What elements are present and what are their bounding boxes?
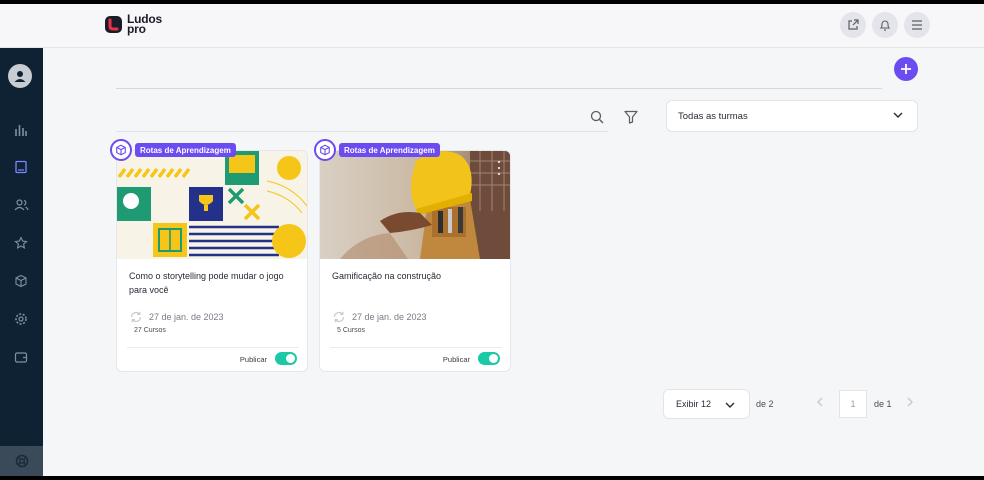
app-window: Ludos pro Todas as turmas Como o storyte…: [0, 4, 984, 476]
construction-photo: [320, 151, 510, 259]
publish-toggle[interactable]: [478, 352, 500, 365]
sidebar-item-content[interactable]: [10, 156, 32, 178]
sidebar-item-wallet[interactable]: [10, 346, 32, 368]
sidebar-item-products[interactable]: [10, 270, 32, 292]
course-card[interactable]: Como o storytelling pode mudar o jogo pa…: [116, 150, 308, 372]
sidebar-item-users[interactable]: [10, 194, 32, 216]
class-select-value: Todas as turmas: [678, 110, 748, 122]
logo-text: Ludos pro: [127, 13, 162, 35]
box-icon: [116, 144, 126, 156]
star-icon: [14, 236, 28, 249]
help-button[interactable]: [0, 446, 43, 476]
box-badge-icon-wrap: [314, 139, 336, 161]
box-icon: [15, 274, 27, 288]
search-icon: [590, 110, 604, 124]
card-divider: [127, 347, 299, 348]
class-select[interactable]: Todas as turmas: [666, 100, 918, 132]
card-title[interactable]: Gamificação na construção: [332, 269, 504, 283]
notifications-button[interactable]: [872, 12, 898, 38]
plus-icon: [901, 64, 911, 74]
badge-label: Rotas de Aprendizagem: [135, 143, 236, 157]
chart-icon: [15, 125, 27, 136]
sync-icon: [333, 311, 345, 323]
storytelling-illustration: [117, 151, 307, 259]
add-button[interactable]: [894, 57, 918, 81]
top-bar: Ludos pro: [0, 4, 984, 48]
logo[interactable]: Ludos pro: [104, 12, 162, 36]
search-button[interactable]: [587, 107, 607, 127]
publish-toggle[interactable]: [275, 352, 297, 365]
card-date: 27 de jan. de 2023: [352, 312, 427, 322]
learning-path-badge: Rotas de Aprendizagem: [314, 139, 440, 161]
filter-icon: [624, 110, 638, 124]
sidebar-item-reports[interactable]: [10, 119, 32, 141]
publish-label: Publicar: [442, 355, 470, 364]
bell-icon: [879, 20, 891, 31]
box-badge-icon-wrap: [110, 139, 132, 161]
publish-label: Publicar: [239, 355, 267, 364]
header-divider: [116, 88, 882, 89]
profile-avatar[interactable]: [8, 64, 32, 88]
menu-icon: [912, 20, 922, 30]
current-page-value: 1: [850, 399, 856, 409]
card-date-row: 27 de jan. de 2023: [129, 310, 224, 324]
card-course-count: 27 Cursos: [134, 327, 166, 334]
course-card[interactable]: Gamificação na construção 27 de jan. de …: [319, 150, 511, 372]
chevron-right-icon: [907, 397, 913, 407]
per-page-select[interactable]: Exibir 12: [663, 389, 750, 419]
card-thumbnail-construction[interactable]: [320, 151, 510, 259]
chevron-down-icon: [893, 112, 903, 118]
users-icon: [14, 199, 29, 211]
current-page-input[interactable]: 1: [839, 390, 867, 418]
total-pages-label: de 2: [756, 399, 774, 409]
sidebar-item-settings[interactable]: [10, 308, 32, 330]
card-date: 27 de jan. de 2023: [149, 312, 224, 322]
wallet-icon: [14, 352, 28, 363]
external-link-icon: [848, 19, 859, 30]
menu-button[interactable]: [904, 12, 930, 38]
learning-path-badge: Rotas de Aprendizagem: [110, 139, 236, 161]
chevron-left-icon: [817, 397, 823, 407]
card-date-row: 27 de jan. de 2023: [332, 310, 427, 324]
prev-page-button[interactable]: [816, 396, 824, 410]
next-page-button[interactable]: [906, 396, 914, 410]
card-course-count: 5 Cursos: [337, 327, 366, 334]
box-icon: [320, 144, 330, 156]
badge-label: Rotas de Aprendizagem: [339, 143, 440, 157]
dot: [497, 166, 501, 170]
gear-icon: [15, 313, 27, 325]
dot: [497, 172, 501, 176]
filter-button[interactable]: [621, 107, 641, 127]
chevron-down-icon: [725, 402, 735, 408]
card-options-button[interactable]: [493, 159, 505, 177]
total-label: de 1: [874, 399, 892, 409]
card-thumbnail-storytelling[interactable]: [117, 151, 307, 259]
search-input[interactable]: [116, 131, 608, 132]
help-icon: [15, 454, 28, 468]
card-title[interactable]: Como o storytelling pode mudar o jogo pa…: [129, 269, 301, 297]
sync-icon: [130, 311, 142, 323]
dot: [497, 160, 501, 164]
logo-mark-icon: [105, 16, 122, 33]
book-icon: [15, 160, 27, 174]
sidebar-item-favorites[interactable]: [10, 232, 32, 254]
sidebar: [0, 48, 43, 476]
per-page-value: Exibir 12: [676, 399, 712, 409]
card-divider: [330, 347, 502, 348]
profile-icon: [14, 71, 26, 82]
external-link-button[interactable]: [840, 12, 866, 38]
